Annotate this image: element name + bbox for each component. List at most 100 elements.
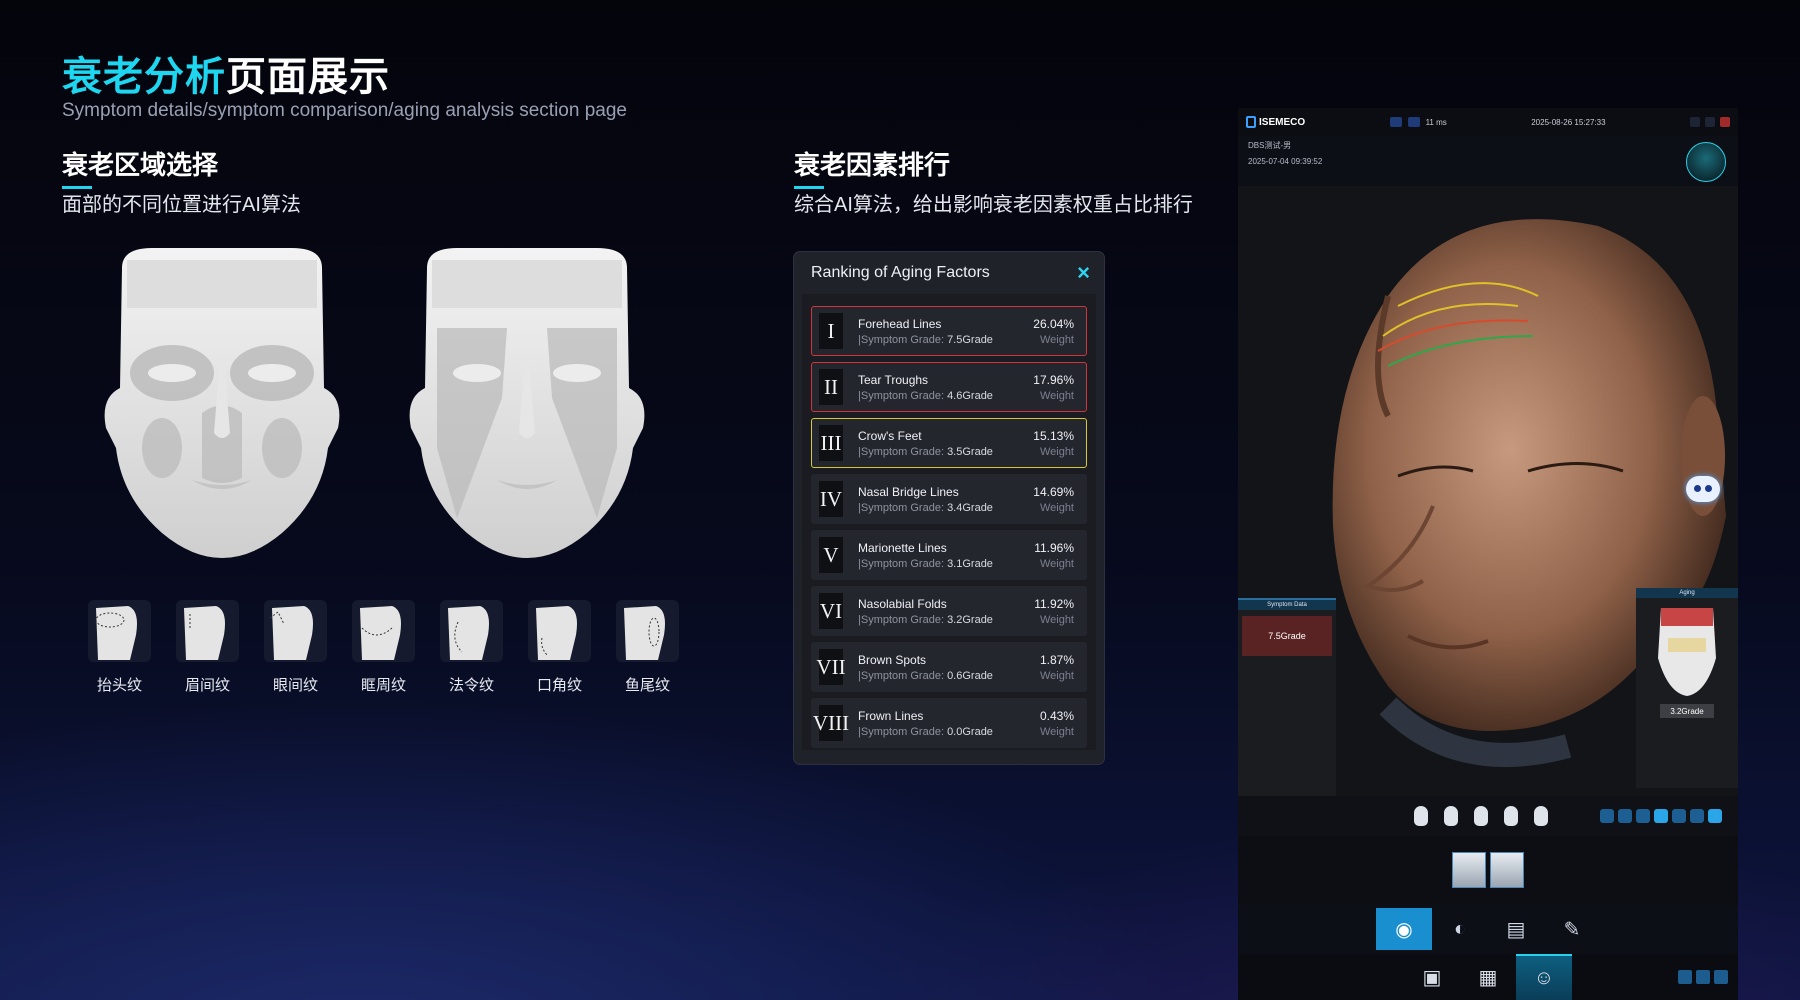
zone-forehead[interactable]: 抬头纹 [88,600,151,695]
factor-grade: |Symptom Grade: 3.5Grade [858,445,993,458]
logo-text: ISEMECO [1259,116,1306,128]
rank-numeral: VII [816,649,846,685]
face-analysis-icon[interactable]: ☺ [1516,954,1572,1000]
view-angle-selector [1414,806,1548,826]
compare-thumb[interactable] [1490,852,1524,888]
ranking-panel: Ranking of Aging Factors × I Forehead Li… [794,252,1104,764]
head-left-view-icon[interactable] [1414,806,1428,826]
image-icon[interactable]: ▣ [1404,954,1460,1000]
factor-name: Frown Lines [858,708,924,723]
head-model-zones-triangle [397,248,657,558]
contrast-icon[interactable]: ◐ [1432,908,1488,950]
latency-text: 11 ms [1425,117,1447,127]
chart-icon[interactable] [1696,970,1710,984]
symptom-panel-title: Symptom Data [1238,600,1336,610]
ranking-row[interactable]: III Crow's Feet |Symptom Grade: 3.5Grade… [811,418,1087,468]
zone-glabella[interactable]: 眉间纹 [176,600,239,695]
factor-name: Brown Spots [858,652,927,667]
factor-grade: |Symptom Grade: 0.6Grade [858,669,993,682]
wifi-icon [1407,117,1420,127]
nasolabial-zone-icon [440,600,503,662]
tool-icon[interactable] [1600,809,1614,823]
grade-value: 7.5Grade [947,333,993,346]
close-icon[interactable]: × [1077,260,1090,286]
zone-selector: 抬头纹 眉间纹 眼间纹 眶周纹 法令纹 口角纹 鱼尾纹 [88,600,679,695]
head-right-45-view-icon[interactable] [1504,806,1518,826]
tool-icon[interactable] [1690,809,1704,823]
factor-grade: |Symptom Grade: 3.4Grade [858,501,993,514]
grade-prefix: Symptom Grade: [860,501,948,514]
zone-mouth-corner[interactable]: 口角纹 [528,600,591,695]
logo-mark-icon [1246,116,1256,128]
ranking-row[interactable]: VI Nasolabial Folds |Symptom Grade: 3.2G… [811,586,1087,636]
factor-percent: 11.96% [1034,540,1074,555]
device-datetime: 2025-08-26 15:27:33 [1531,117,1606,127]
factor-name: Nasal Bridge Lines [858,484,959,499]
edit-icon[interactable] [1678,970,1692,984]
mode-bar: ◉ ◐ ▤ ✎ [1238,904,1738,954]
ranking-row[interactable]: VIII Frown Lines |Symptom Grade: 0.0Grad… [811,698,1087,748]
weight-label: Weight [1039,445,1074,458]
tool-icon[interactable] [1672,809,1686,823]
compare-thumbnails [1238,836,1738,904]
ranking-row[interactable]: V Marionette Lines |Symptom Grade: 3.1Gr… [811,530,1087,580]
grade-prefix: Symptom Grade: [860,445,948,458]
grade-value: 4.6Grade [947,389,993,402]
grade-prefix: Symptom Grade: [860,389,948,402]
compare-thumb[interactable] [1452,852,1486,888]
assistant-robot-icon[interactable] [1686,476,1720,502]
factor-name: Crow's Feet [858,428,922,443]
tool-icon[interactable] [1618,809,1632,823]
factor-grade: |Symptom Grade: 3.2Grade [858,613,993,626]
report-icon[interactable]: ▤ [1488,908,1544,950]
avatar[interactable] [1686,142,1726,182]
head-front-view-icon[interactable] [1474,806,1488,826]
grade-value: 0.6Grade [947,669,993,682]
ranking-heading: 衰老因素排行 [794,145,950,189]
zone-periorbital[interactable]: 眶周纹 [352,600,415,695]
zone-label: 抬头纹 [96,677,142,694]
eye-icon[interactable]: ◉ [1376,908,1432,950]
zone-nasolabial[interactable]: 法令纹 [440,600,503,695]
factor-name: Marionette Lines [858,540,947,555]
device-topbar: ISEMECO 11 ms 2025-08-26 15:27:33 [1238,108,1738,136]
factor-grade: |Symptom Grade: 0.0Grade [858,725,993,738]
view-tools [1600,809,1722,823]
ranking-row[interactable]: VII Brown Spots |Symptom Grade: 0.6Grade… [811,642,1087,692]
head-left-45-view-icon[interactable] [1444,806,1458,826]
home-icon[interactable] [1689,117,1700,127]
tool-icon[interactable] [1708,809,1722,823]
zone-label: 口角纹 [536,677,582,694]
zone-select-heading: 衰老区域选择 [62,145,218,189]
zone-crows-feet[interactable]: 鱼尾纹 [616,600,679,695]
ranking-description: 综合AI算法，给出影响衰老因素权重占比排行 [794,194,1193,216]
ranking-row[interactable]: I Forehead Lines |Symptom Grade: 7.5Grad… [811,306,1087,356]
factor-name: Forehead Lines [858,316,942,331]
weight-label: Weight [1039,725,1074,738]
power-icon[interactable] [1719,117,1730,127]
ranking-row[interactable]: IV Nasal Bridge Lines |Symptom Grade: 3.… [811,474,1087,524]
window-controls [1689,117,1730,127]
rank-numeral: VI [819,593,843,629]
tool-icon[interactable] [1654,809,1668,823]
ai-robot-icon[interactable] [1714,970,1728,984]
ranking-row[interactable]: II Tear Troughs |Symptom Grade: 4.6Grade… [811,362,1087,412]
zone-label: 眉间纹 [184,677,230,694]
pen-icon[interactable]: ✎ [1544,908,1600,950]
periorbital-zone-icon [352,600,415,662]
minimize-icon[interactable] [1704,117,1715,127]
grade-value: 3.4Grade [947,501,993,514]
ranking-panel-header: Ranking of Aging Factors × [794,252,1104,294]
rank-numeral: II [819,369,843,405]
weight-label: Weight [1039,333,1074,346]
grade-value: 3.1Grade [947,557,993,570]
rank-numeral: V [819,537,843,573]
clipboard-icon[interactable]: ▦ [1460,954,1516,1000]
tool-icon[interactable] [1636,809,1650,823]
factor-percent: 0.43% [1039,708,1074,723]
ranking-list: I Forehead Lines |Symptom Grade: 7.5Grad… [802,294,1096,750]
zone-eye[interactable]: 眼间纹 [264,600,327,695]
head-right-view-icon[interactable] [1534,806,1548,826]
bottom-nav: ▣ ▦ ☺ [1238,954,1738,1000]
factor-grade: |Symptom Grade: 4.6Grade [858,389,993,402]
